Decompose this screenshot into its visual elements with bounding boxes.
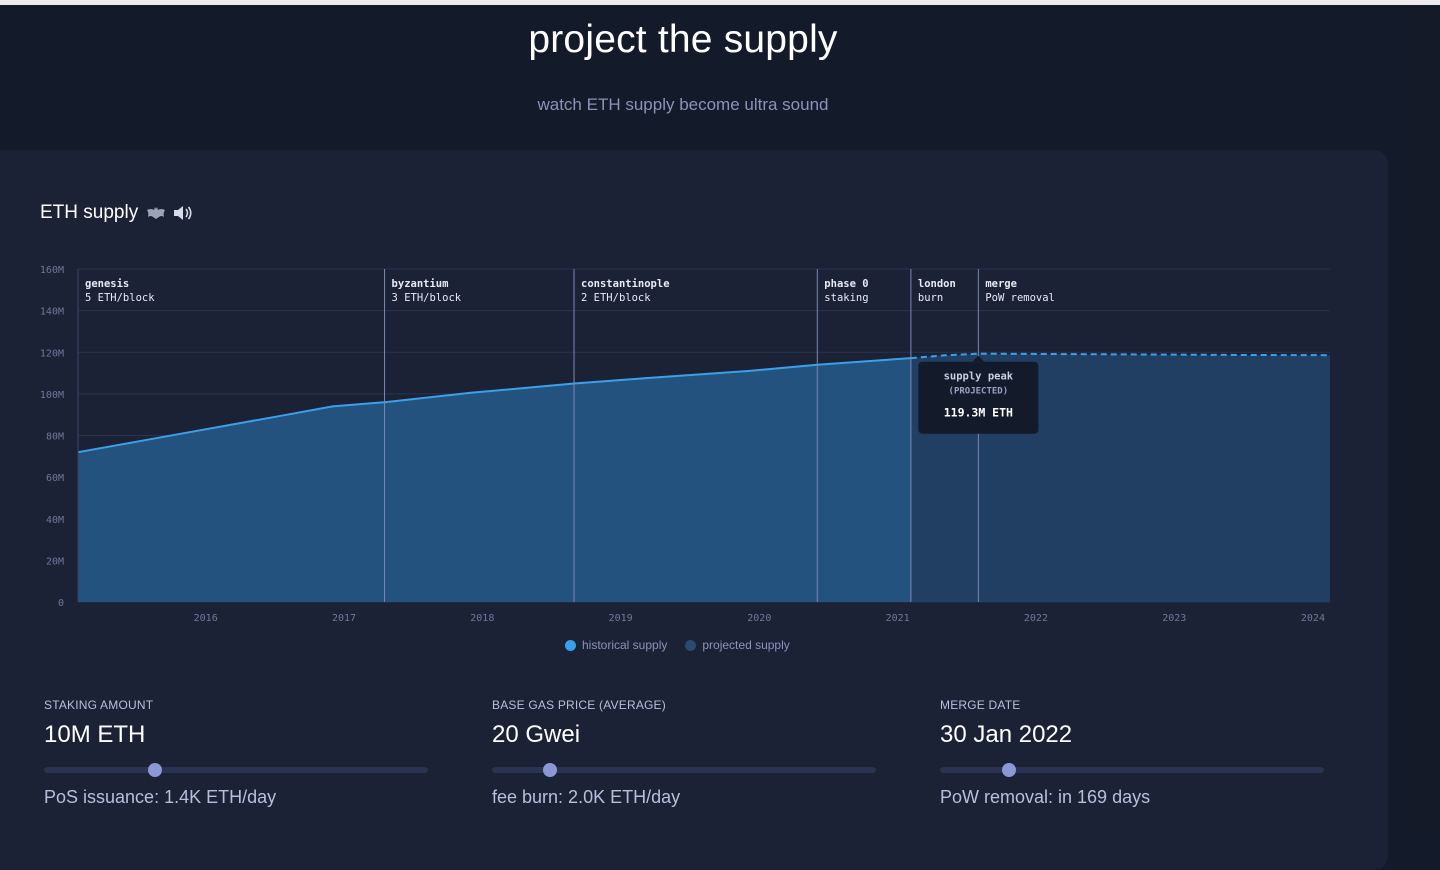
page-title: project the supply [528, 18, 838, 61]
event-marker-subtitle: 5 ETH/block [85, 292, 155, 304]
page-edge [1412, 5, 1440, 835]
tooltip-value: 119.3M ETH [944, 406, 1013, 420]
legend-label-historical: historical supply [582, 638, 668, 652]
historical-supply-area [78, 358, 911, 602]
pos-issuance-note: PoS issuance: 1.4K ETH/day [44, 787, 277, 807]
y-tick-label: 0 [58, 598, 64, 609]
area-layer [77, 352, 1331, 602]
supply-chart: genesis 5 ETH/block byzantium 3 ETH/block co… [40, 265, 1331, 624]
base-gas-price-label: BASE GAS PRICE (AVERAGE) [492, 698, 666, 712]
legend-item-projected[interactable]: projected supply [685, 638, 790, 652]
merge-date-value: 30 Jan 2022 [940, 721, 1073, 748]
y-tick-label: 40M [46, 515, 64, 526]
staking-amount-control: STAKING AMOUNT 10M ETH PoS issuance: 1.4… [44, 698, 434, 808]
x-tick-label: 2018 [470, 613, 494, 624]
y-tick-label: 140M [40, 307, 64, 318]
event-marker-subtitle: burn [918, 292, 943, 304]
x-tick-label: 2023 [1162, 613, 1186, 624]
staking-amount-slider[interactable] [44, 763, 428, 777]
y-tick-label: 80M [46, 432, 64, 443]
event-marker-title: london [918, 278, 956, 290]
staking-amount-label: STAKING AMOUNT [44, 698, 154, 712]
card-title-text: ETH supply [40, 202, 139, 223]
y-tick-label: 100M [40, 390, 64, 401]
staking-amount-value: 10M ETH [44, 721, 146, 748]
speaker-icon [174, 206, 192, 220]
merge-date-control: MERGE DATE 30 Jan 2022 PoW removal: in 1… [940, 698, 1330, 808]
y-tick-label: 20M [46, 556, 64, 567]
staking-amount-slider-thumb[interactable] [148, 763, 163, 777]
event-marker-subtitle: staking [824, 292, 868, 304]
tooltip-title: supply peak [944, 371, 1014, 383]
base-gas-price-slider[interactable] [492, 763, 876, 777]
event-marker-subtitle: PoW removal [985, 292, 1055, 304]
merge-date-label: MERGE DATE [940, 698, 1021, 712]
legend-item-historical[interactable]: historical supply [565, 638, 667, 652]
x-tick-label: 2022 [1024, 613, 1048, 624]
base-gas-price-slider-thumb[interactable] [542, 763, 557, 777]
event-marker-subtitle: 3 ETH/block [392, 292, 462, 304]
x-tick-label: 2019 [609, 613, 633, 624]
tooltip: supply peak (PROJECTED) 119.3M ETH [918, 355, 1039, 434]
y-tick-label: 120M [40, 348, 64, 359]
legend-dot-historical [565, 639, 576, 651]
fee-burn-note: fee burn: 2.0K ETH/day [492, 787, 681, 807]
y-tick-label: 60M [46, 473, 64, 484]
x-tick-label: 2020 [747, 613, 771, 624]
base-gas-price-value: 20 Gwei [492, 721, 581, 748]
y-tick-label: 160M [40, 265, 64, 276]
base-gas-price-control: BASE GAS PRICE (AVERAGE) 20 Gwei fee bur… [492, 698, 882, 808]
event-marker-subtitle: 2 ETH/block [581, 292, 651, 304]
event-marker-title: byzantium [392, 278, 449, 290]
card-title-icons [146, 204, 194, 222]
x-tick-label: 2024 [1301, 613, 1325, 624]
event-marker-title: merge [985, 278, 1017, 290]
x-tick-label: 2016 [194, 613, 218, 624]
x-tick-label: 2017 [332, 613, 356, 624]
event-marker-title: genesis [85, 278, 129, 290]
event-marker-title: constantinople [581, 278, 670, 290]
card-title: ETH supply [40, 202, 194, 224]
x-tick-label: 2021 [886, 613, 910, 624]
legend-dot-projected [685, 639, 697, 651]
pow-removal-note: PoW removal: in 169 days [940, 787, 1151, 807]
tooltip-subtitle: (PROJECTED) [949, 387, 1009, 397]
legend-label-projected: projected supply [702, 638, 790, 652]
event-marker-title: phase 0 [824, 278, 868, 290]
bat-icon [147, 207, 166, 219]
merge-date-slider[interactable] [940, 763, 1324, 777]
chart-legend: historical supply projected supply [565, 638, 790, 652]
page-subtitle: watch ETH supply become ultra sound [537, 95, 829, 114]
top-strip [0, 0, 1440, 5]
merge-date-slider-thumb[interactable] [1002, 763, 1017, 777]
